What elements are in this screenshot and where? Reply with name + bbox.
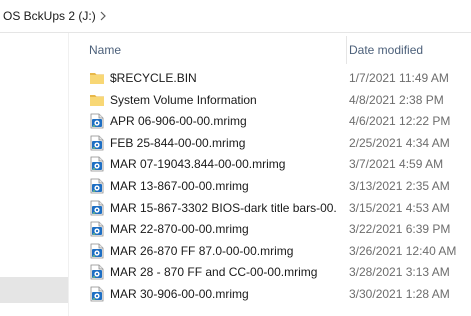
- breadcrumb-drive[interactable]: OS BckUps 2 (J:): [3, 9, 96, 23]
- file-row[interactable]: MAR 07-19043.844-00-00.mrimg 3/7/2021 4:5…: [69, 153, 471, 175]
- file-name: MAR 30-906-00-00.mrimg: [110, 286, 249, 301]
- file-date-modified: 2/25/2021 4:34 AM: [349, 135, 450, 150]
- file-name: APR 06-906-00-00.mrimg: [110, 114, 247, 129]
- file-name: $RECYCLE.BIN: [110, 71, 197, 85]
- disk-image-icon: [89, 156, 105, 172]
- disk-image-icon: [89, 113, 105, 129]
- file-explorer-window: OS BckUps 2 (J:) Name Date modified $REC…: [0, 0, 471, 316]
- column-separator[interactable]: [346, 36, 347, 64]
- file-name: MAR 07-19043.844-00-00.mrimg: [110, 157, 286, 172]
- file-row[interactable]: $RECYCLE.BIN 1/7/2021 11:49 AM: [69, 67, 471, 89]
- navigation-pane: [0, 33, 68, 316]
- address-bar[interactable]: OS BckUps 2 (J:): [0, 0, 471, 33]
- disk-image-icon: [89, 221, 105, 237]
- file-date-modified: 1/7/2021 11:49 AM: [349, 71, 449, 85]
- file-name: System Volume Information: [110, 92, 257, 107]
- file-row[interactable]: System Volume Information 4/8/2021 2:38 P…: [69, 89, 471, 111]
- nav-selected-item[interactable]: [0, 277, 68, 303]
- file-date-modified: 3/28/2021 3:13 AM: [349, 265, 450, 280]
- file-name: MAR 22-870-00-00.mrimg: [110, 222, 249, 237]
- file-row[interactable]: MAR 15-867-3302 BIOS-dark title bars-00.…: [69, 197, 471, 219]
- folder-icon: [89, 92, 105, 108]
- file-date-modified: 3/30/2021 1:28 AM: [349, 286, 450, 301]
- disk-image-icon: [89, 286, 105, 302]
- file-date-modified: 3/13/2021 2:35 AM: [349, 178, 450, 193]
- file-row[interactable]: MAR 28 - 870 FF and CC-00-00.mrimg 3/28/2…: [69, 261, 471, 283]
- disk-image-icon: [89, 135, 105, 151]
- chevron-right-icon[interactable]: [98, 10, 108, 22]
- file-row[interactable]: FEB 25-844-00-00.mrimg 2/25/2021 4:34 AM: [69, 132, 471, 154]
- disk-image-icon: [89, 264, 105, 280]
- file-name: MAR 28 - 870 FF and CC-00-00.mrimg: [110, 265, 318, 280]
- file-row[interactable]: MAR 26-870 FF 87.0-00-00.mrimg 3/26/2021 …: [69, 240, 471, 262]
- file-date-modified: 3/22/2021 6:39 PM: [349, 222, 451, 237]
- file-row[interactable]: MAR 13-867-00-00.mrimg 3/13/2021 2:35 AM: [69, 175, 471, 197]
- disk-image-icon: [89, 243, 105, 259]
- disk-image-icon: [89, 178, 105, 194]
- file-row[interactable]: MAR 30-906-00-00.mrimg 3/30/2021 1:28 AM: [69, 283, 471, 305]
- file-row[interactable]: MAR 22-870-00-00.mrimg 3/22/2021 6:39 PM: [69, 218, 471, 240]
- file-name: MAR 13-867-00-00.mrimg: [110, 178, 249, 193]
- file-date-modified: 4/6/2021 12:22 PM: [349, 114, 451, 129]
- file-name: MAR 26-870 FF 87.0-00-00.mrimg: [110, 243, 294, 258]
- disk-image-icon: [89, 200, 105, 216]
- column-header-name[interactable]: Name: [89, 43, 121, 57]
- file-date-modified: 4/8/2021 2:38 PM: [349, 92, 444, 107]
- file-name: MAR 15-867-3302 BIOS-dark title bars-00.…: [110, 200, 337, 215]
- file-date-modified: 3/26/2021 12:40 AM: [349, 243, 457, 258]
- column-headers: Name Date modified: [69, 33, 471, 66]
- folder-icon: [89, 70, 105, 86]
- file-date-modified: 3/7/2021 4:59 AM: [349, 157, 444, 172]
- column-header-date-modified[interactable]: Date modified: [349, 43, 423, 57]
- file-list: $RECYCLE.BIN 1/7/2021 11:49 AM System Volu…: [69, 67, 471, 305]
- file-name: FEB 25-844-00-00.mrimg: [110, 135, 246, 150]
- file-row[interactable]: APR 06-906-00-00.mrimg 4/6/2021 12:22 PM: [69, 110, 471, 132]
- file-date-modified: 3/15/2021 4:53 AM: [349, 200, 450, 215]
